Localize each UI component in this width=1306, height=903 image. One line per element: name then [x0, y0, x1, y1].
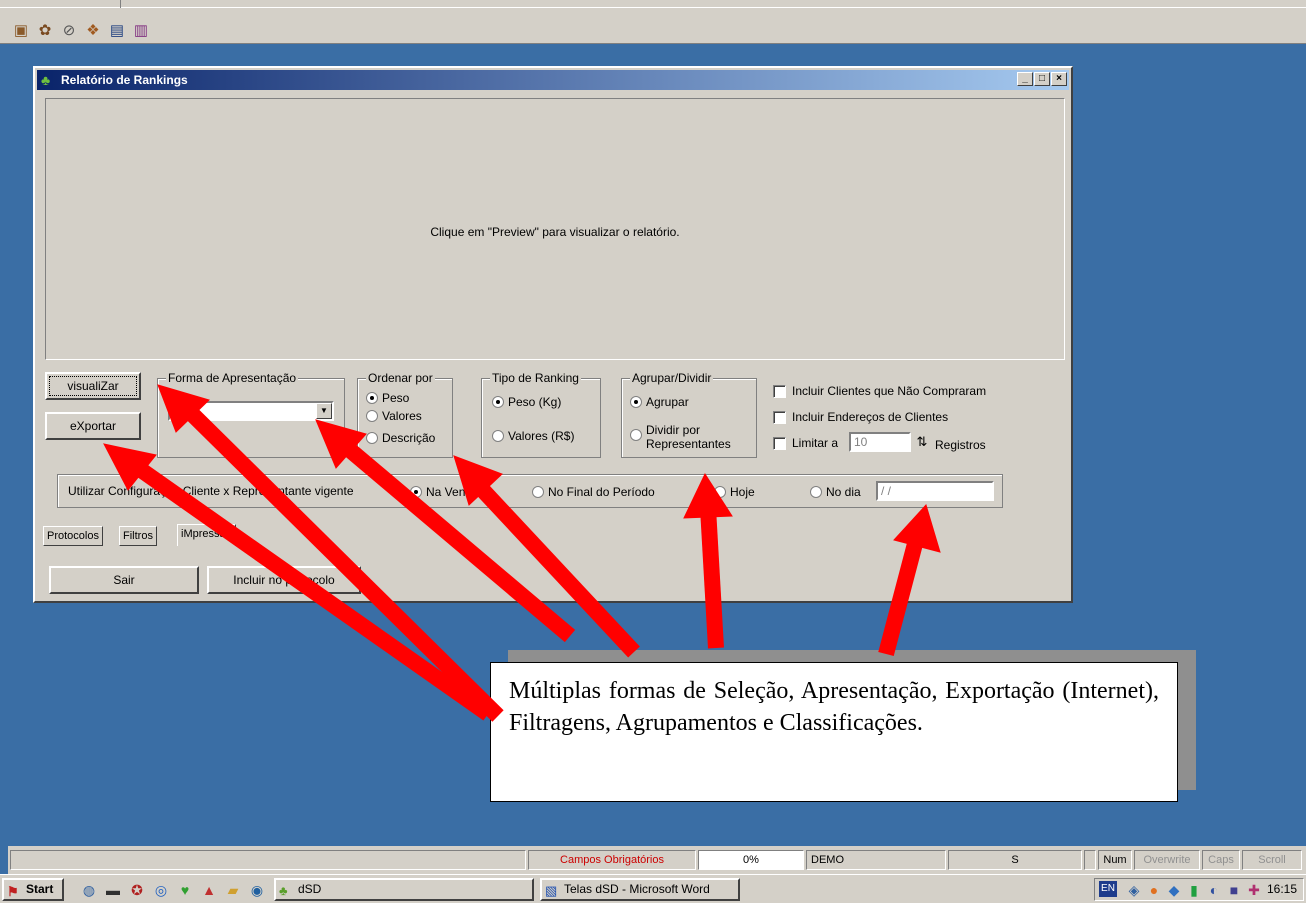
caps-indicator: Caps	[1202, 850, 1240, 870]
tipo-ranking-label: Tipo de Ranking	[490, 371, 581, 385]
clock: 16:15	[1267, 882, 1298, 896]
chevron-down-icon[interactable]: ▼	[316, 403, 332, 419]
limitar-input[interactable]: 10	[849, 432, 911, 452]
forma-apresentacao-select[interactable]: ntes ▼	[168, 401, 334, 421]
check-enderecos[interactable]: Incluir Endereços de Clientes	[773, 410, 948, 424]
tray-security-icon[interactable]: ◆	[1165, 881, 1183, 899]
ordenar-por-label: Ordenar por	[366, 371, 435, 385]
radio-peso[interactable]: Peso	[366, 391, 409, 405]
config-label: Utilizar Configuração Cliente x Represen…	[68, 484, 354, 498]
maximize-button[interactable]: □	[1034, 72, 1050, 86]
sair-button[interactable]: Sair	[49, 566, 199, 594]
s-field: S	[948, 850, 1082, 870]
app-shortcut-icon[interactable]: ✪	[128, 881, 146, 899]
link-icon[interactable]: ⊘	[60, 22, 78, 40]
tray-cube-icon[interactable]: ■	[1225, 881, 1243, 899]
forma-apresentacao-value: ntes	[174, 404, 197, 418]
forma-apresentacao-group: Forma de Apresentação ntes ▼	[157, 371, 345, 458]
window-titlebar[interactable]: ♣ Relatório de Rankings _ □ ×	[37, 70, 1069, 90]
system-tray: EN ◈ ● ◆ ▮ ◐ ■ ✚ 16:15	[1094, 878, 1304, 901]
tipo-ranking-group: Tipo de Ranking Peso (Kg) Valores (R$)	[481, 371, 601, 458]
radio-valores[interactable]: Valores	[366, 409, 422, 423]
gear-icon[interactable]: ✿	[36, 22, 54, 40]
gift-icon[interactable]: ▣	[12, 22, 30, 40]
preview-message: Clique em "Preview" para visualizar o re…	[430, 225, 680, 239]
dsd-icon: ♣	[279, 883, 288, 898]
radio-dividir[interactable]: Dividir por Representantes	[630, 423, 752, 451]
scroll-indicator: Scroll	[1242, 850, 1302, 870]
start-button[interactable]: ⚑ Start	[2, 878, 64, 901]
radio-valores-rs[interactable]: Valores (R$)	[492, 429, 574, 443]
agrupar-dividir-group: Agrupar/Dividir Agrupar Dividir por Repr…	[621, 371, 757, 458]
browser-icon[interactable]: ◎	[152, 881, 170, 899]
task-word[interactable]: ▧ Telas dSD - Microsoft Word	[540, 878, 740, 901]
radio-agrupar[interactable]: Agrupar	[630, 395, 689, 409]
exportar-button[interactable]: eXportar	[45, 412, 141, 440]
tab-protocolos[interactable]: Protocolos	[43, 526, 103, 546]
tray-search-icon[interactable]: ◐	[1205, 881, 1223, 899]
incluir-protocolo-button[interactable]: Incluir no protocolo	[207, 566, 361, 594]
agrupar-dividir-label: Agrupar/Dividir	[630, 371, 714, 385]
mode-field: DEMO	[806, 850, 946, 870]
check-clientes-nao-compraram[interactable]: Incluir Clientes que Não Compraram	[773, 384, 986, 398]
task-dsd[interactable]: ♣ dSD	[274, 878, 534, 901]
status-sep	[1084, 850, 1096, 870]
tray-network-icon[interactable]: ◈	[1125, 881, 1143, 899]
radio-descricao[interactable]: Descrição	[366, 431, 435, 445]
callout-box: Múltiplas formas de Seleção, Apresentaçã…	[490, 662, 1178, 802]
visualizar-button[interactable]: visualiZar	[45, 372, 141, 400]
folder-icon[interactable]: ▰	[224, 881, 242, 899]
progress-field: 0%	[698, 850, 804, 870]
tab-impressao[interactable]: iMpressão	[177, 524, 236, 546]
window-title: Relatório de Rankings	[61, 73, 188, 87]
media-icon[interactable]: ◉	[248, 881, 266, 899]
config-group: Utilizar Configuração Cliente x Represen…	[57, 474, 1003, 508]
explorer-icon[interactable]: ◍	[80, 881, 98, 899]
document-icon[interactable]: ▥	[132, 22, 150, 40]
status-field-empty	[10, 850, 526, 870]
lang-indicator[interactable]: EN	[1099, 881, 1117, 897]
registros-label: Registros	[935, 438, 986, 452]
word-icon: ▧	[545, 883, 558, 898]
radio-peso-kg[interactable]: Peso (Kg)	[492, 395, 561, 409]
spinner-icon[interactable]: ⇅	[913, 433, 931, 451]
taskbar: ⚑ Start ◍ ▬ ✪ ◎ ♥ ▲ ▰ ◉ ♣ dSD ▧ Telas dS…	[0, 874, 1306, 903]
report-window: ♣ Relatório de Rankings _ □ × Clique em …	[33, 66, 1073, 603]
status-bar: Campos Obrigatórios 0% DEMO S Num Overwr…	[8, 846, 1306, 874]
menu-strip	[0, 0, 1306, 8]
report-icon[interactable]: ▤	[108, 22, 126, 40]
forma-apresentacao-label: Forma de Apresentação	[166, 371, 299, 385]
tray-messenger-icon[interactable]: ✚	[1245, 881, 1263, 899]
check-limitar[interactable]: Limitar a	[773, 436, 838, 450]
report-preview-area: Clique em "Preview" para visualizar o re…	[45, 98, 1065, 360]
date-input[interactable]: / /	[876, 481, 994, 501]
tray-chart-icon[interactable]: ▮	[1185, 881, 1203, 899]
package-icon[interactable]: ❖	[84, 22, 102, 40]
windows-logo-icon: ⚑	[7, 884, 19, 899]
radio-no-dia[interactable]: No dia	[810, 485, 861, 499]
radio-na-venda[interactable]: Na Venda	[410, 485, 479, 499]
radio-hoje[interactable]: Hoje	[714, 485, 755, 499]
app-icon: ♣	[41, 72, 51, 88]
tray-app-icon[interactable]: ●	[1145, 881, 1163, 899]
close-button[interactable]: ×	[1051, 72, 1067, 86]
ordenar-por-group: Ordenar por Peso Valores Descrição	[357, 371, 453, 458]
overwrite-indicator: Overwrite	[1134, 850, 1200, 870]
num-indicator: Num	[1098, 850, 1132, 870]
tab-filtros[interactable]: Filtros	[119, 526, 157, 546]
app-toolbar: ▣ ✿ ⊘ ❖ ▤ ▥	[0, 0, 1306, 44]
acrobat-icon[interactable]: ▲	[200, 881, 218, 899]
campos-obrigatorios: Campos Obrigatórios	[528, 850, 696, 870]
radio-final-periodo[interactable]: No Final do Período	[532, 485, 655, 499]
console-icon[interactable]: ▬	[104, 881, 122, 899]
network-icon[interactable]: ♥	[176, 881, 194, 899]
minimize-button[interactable]: _	[1017, 72, 1033, 86]
